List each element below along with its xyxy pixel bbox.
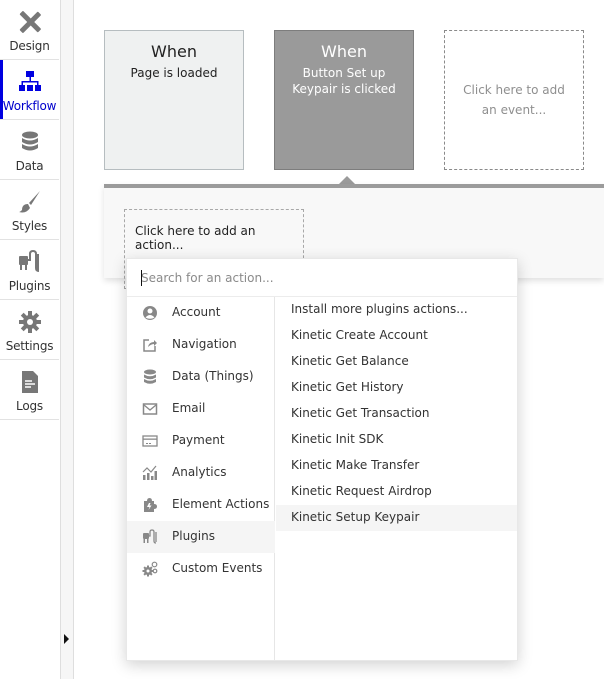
event-card-page-loaded[interactable]: When Page is loaded [104, 30, 244, 170]
add-action-label: Click here to add an action... [135, 224, 256, 252]
category-label: Custom Events [172, 561, 263, 575]
action-kinetic-request-airdrop[interactable]: Kinetic Request Airdrop [276, 479, 517, 505]
category-label: Element Actions [172, 497, 270, 511]
category-label: Payment [172, 433, 225, 447]
envelope-icon [142, 403, 158, 415]
category-payment[interactable]: Payment [127, 425, 275, 457]
sidebar-item-styles[interactable]: Styles [0, 180, 59, 240]
category-label: Navigation [172, 337, 237, 351]
event-card-button-clicked[interactable]: When Button Set up Keypair is clicked [274, 30, 414, 170]
database-icon [21, 131, 38, 151]
category-account[interactable]: Account [127, 297, 275, 329]
action-label: Kinetic Get History [291, 380, 404, 394]
add-event-button[interactable]: Click here to add an event... [444, 30, 584, 170]
category-navigation[interactable]: Navigation [127, 329, 275, 361]
category-label: Email [172, 401, 206, 415]
action-label: Kinetic Get Transaction [291, 406, 430, 420]
search-action-input[interactable] [127, 259, 517, 297]
sidebar-item-label: Styles [11, 219, 48, 233]
design-icon [19, 11, 41, 33]
category-list: Account Navigation Data (Things) Email P… [127, 297, 275, 660]
add-event-label: Click here to add an event... [463, 83, 565, 117]
sidebar-item-logs[interactable]: Logs [0, 360, 59, 420]
sidebar-item-settings[interactable]: Settings [0, 300, 59, 360]
workflow-icon [18, 71, 41, 91]
category-element-actions[interactable]: Element Actions [127, 489, 275, 521]
credit-card-icon [142, 435, 158, 447]
action-label: Kinetic Init SDK [291, 432, 384, 446]
text-cursor [141, 270, 142, 286]
action-kinetic-setup-keypair[interactable]: Kinetic Setup Keypair [276, 505, 517, 531]
sidebar-item-label: Workflow [2, 99, 57, 113]
action-kinetic-get-history[interactable]: Kinetic Get History [276, 375, 517, 401]
plug-icon [18, 250, 39, 272]
action-kinetic-get-balance[interactable]: Kinetic Get Balance [276, 349, 517, 375]
action-kinetic-create-account[interactable]: Kinetic Create Account [276, 323, 517, 349]
plug-icon [143, 529, 157, 544]
panel-pointer [339, 176, 355, 184]
category-custom-events[interactable]: Custom Events [127, 553, 275, 585]
database-icon [144, 369, 156, 384]
share-icon [143, 339, 157, 352]
action-list: Install more plugins actions... Kinetic … [276, 297, 517, 660]
sidebar-item-label: Design [9, 39, 50, 53]
action-label: Kinetic Get Balance [291, 354, 409, 368]
chart-icon [142, 465, 157, 480]
left-sidebar: Design Workflow Data Styles Plugins Sett… [0, 0, 60, 679]
category-label: Account [172, 305, 221, 319]
event-when-label: When [321, 42, 367, 61]
action-kinetic-make-transfer[interactable]: Kinetic Make Transfer [276, 453, 517, 479]
user-circle-icon [143, 306, 157, 320]
sidebar-item-workflow[interactable]: Workflow [0, 60, 59, 120]
action-label: Kinetic Create Account [291, 328, 428, 342]
sidebar-item-label: Plugins [8, 279, 51, 293]
action-label: Kinetic Request Airdrop [291, 484, 432, 498]
category-analytics[interactable]: Analytics [127, 457, 275, 489]
category-label: Data (Things) [172, 369, 254, 383]
category-plugins[interactable]: Plugins [127, 521, 275, 553]
sidebar-item-label: Data [15, 159, 44, 173]
action-kinetic-init-sdk[interactable]: Kinetic Init SDK [276, 427, 517, 453]
workflow-canvas: When Page is loaded When Button Set up K… [75, 0, 604, 679]
action-label: Kinetic Make Transfer [291, 458, 420, 472]
category-email[interactable]: Email [127, 393, 275, 425]
gears-icon [142, 561, 158, 577]
brush-icon [18, 191, 40, 213]
event-description: Page is loaded [130, 66, 218, 80]
sidebar-item-plugins[interactable]: Plugins [0, 240, 59, 300]
sidebar-item-label: Logs [16, 399, 43, 413]
document-icon [21, 371, 38, 393]
action-label: Kinetic Setup Keypair [291, 510, 420, 524]
collapse-rail [60, 0, 74, 679]
category-label: Plugins [172, 529, 215, 543]
sidebar-item-data[interactable]: Data [0, 120, 59, 180]
event-when-label: When [151, 42, 197, 61]
gear-icon [18, 311, 41, 333]
triangle-right-icon[interactable] [64, 634, 69, 644]
sidebar-item-design[interactable]: Design [0, 0, 59, 60]
event-description: Button Set up Keypair is clicked [292, 66, 396, 96]
puzzle-icon [144, 498, 157, 512]
category-label: Analytics [172, 465, 227, 479]
action-picker: Account Navigation Data (Things) Email P… [126, 258, 518, 661]
sidebar-item-label: Settings [5, 339, 54, 353]
active-indicator [0, 60, 3, 119]
action-kinetic-get-transaction[interactable]: Kinetic Get Transaction [276, 401, 517, 427]
category-data-things[interactable]: Data (Things) [127, 361, 275, 393]
action-install-more-plugins[interactable]: Install more plugins actions... [276, 297, 517, 323]
action-label: Install more plugins actions... [291, 302, 468, 316]
